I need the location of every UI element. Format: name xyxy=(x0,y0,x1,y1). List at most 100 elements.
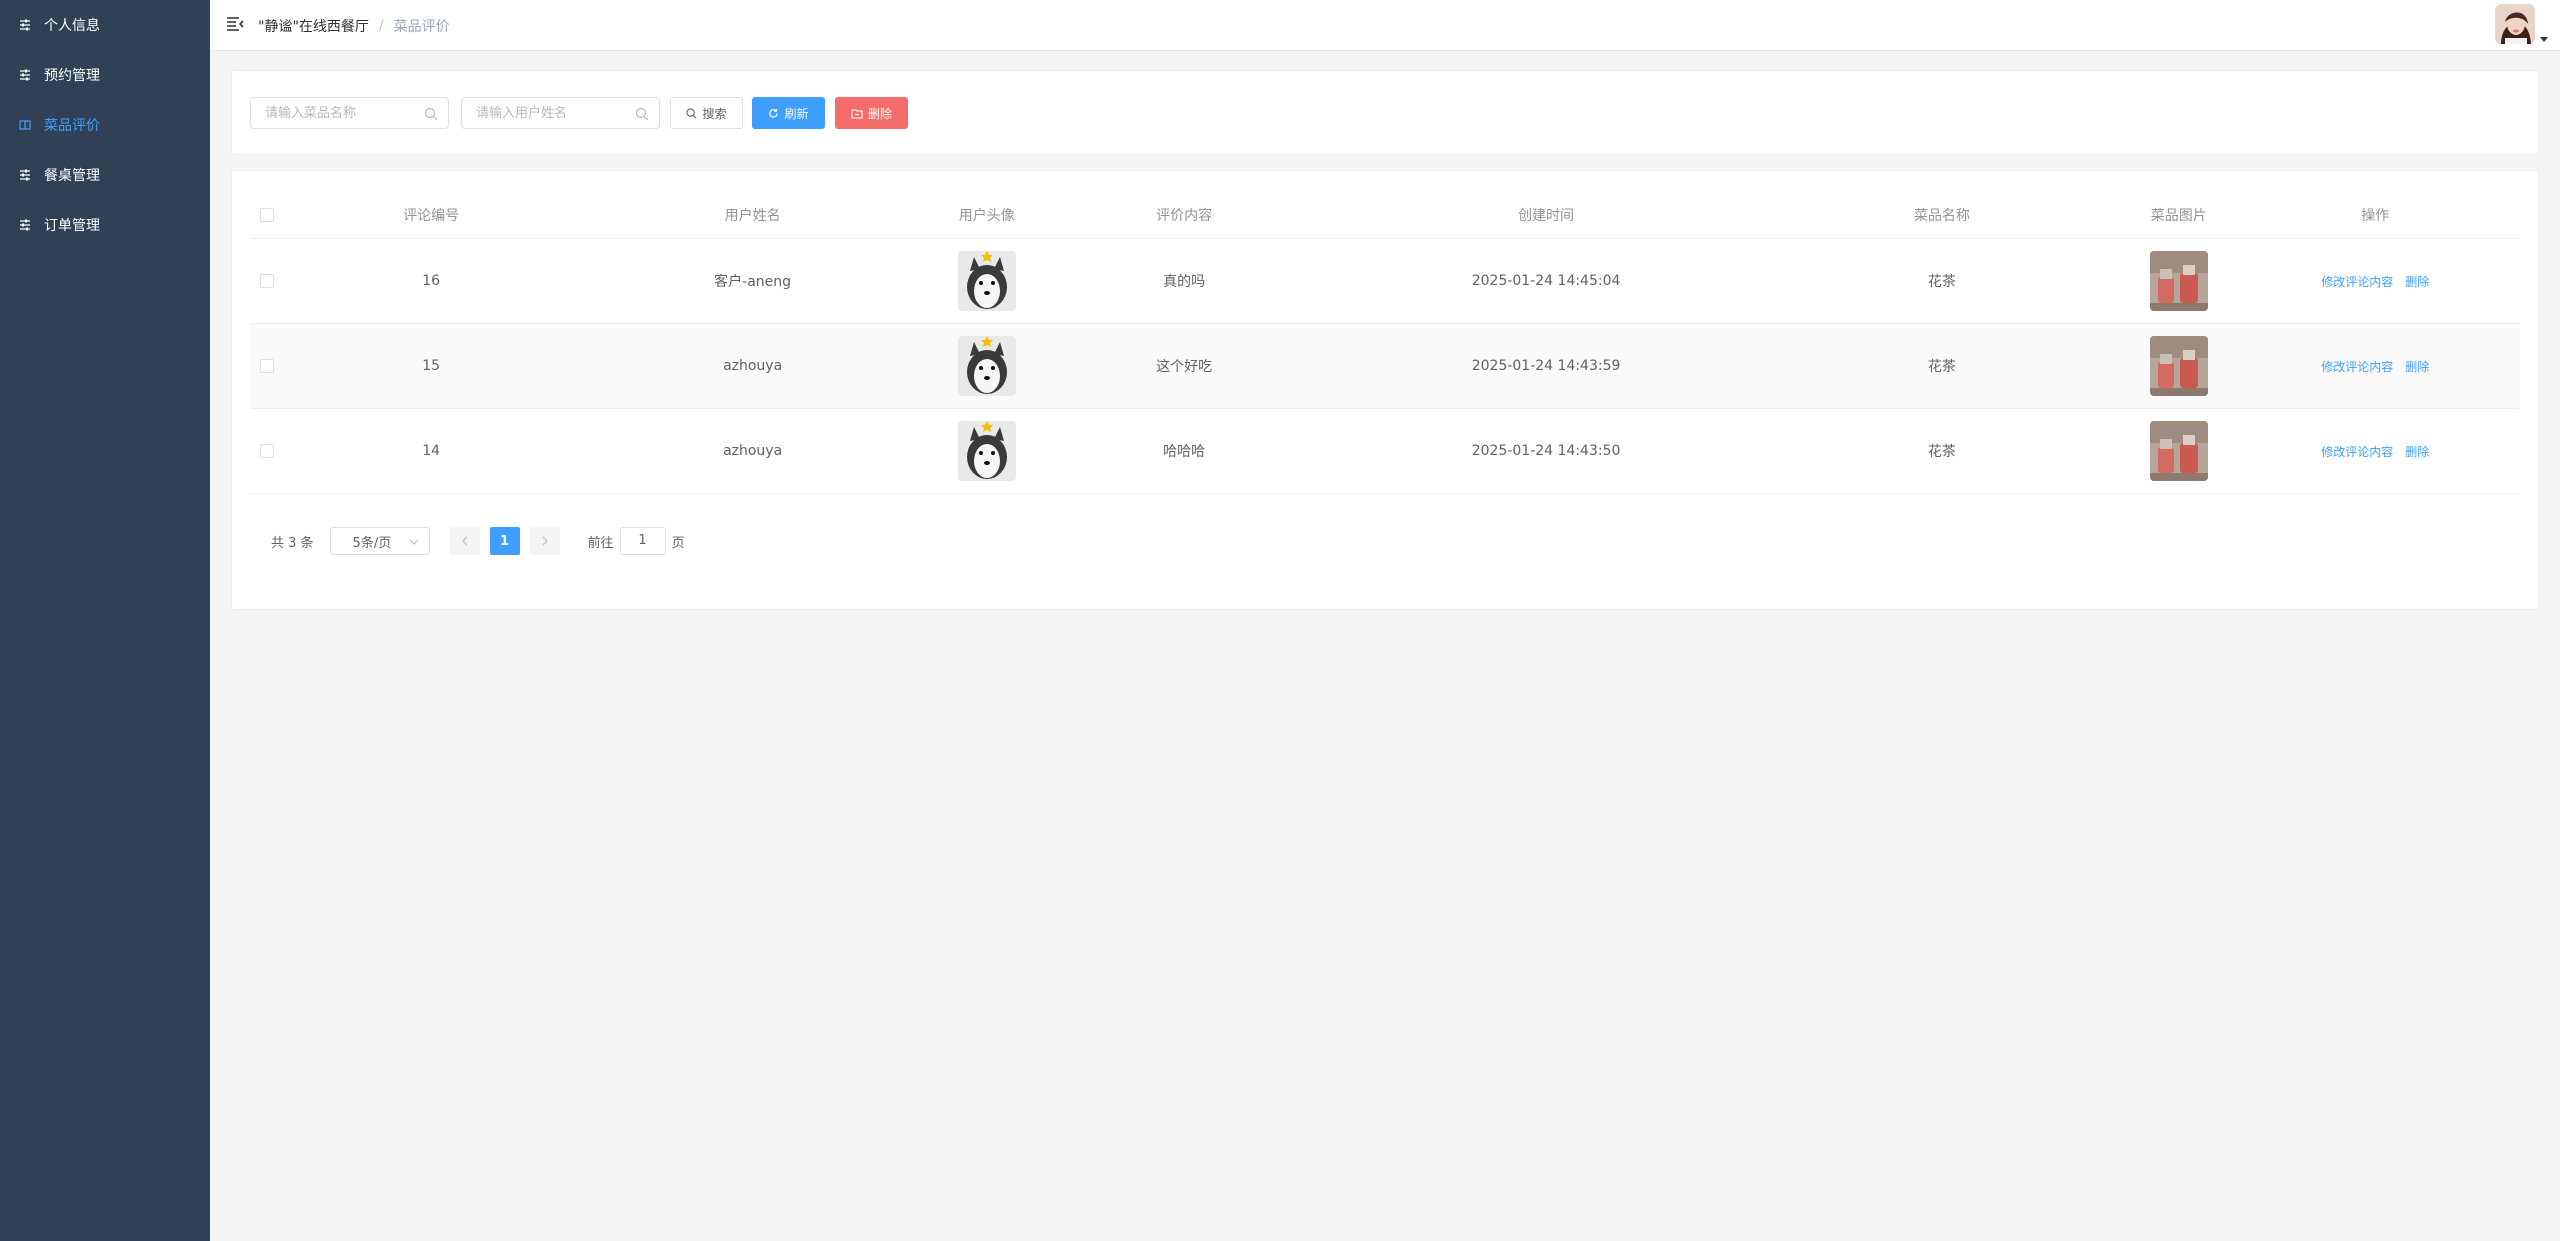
sliders-icon xyxy=(18,218,32,232)
edit-review-link[interactable]: 修改评论内容 xyxy=(2321,358,2393,375)
user-avatar-image[interactable] xyxy=(957,251,1016,311)
sidebar-item-dish-reviews[interactable]: 菜品评价 xyxy=(0,100,210,150)
sidebar-item-label: 预约管理 xyxy=(44,68,100,84)
operations-cell: 修改评论内容 删除 xyxy=(2230,239,2520,323)
created-time-cell: 2025-01-24 14:45:04 xyxy=(1471,273,1621,289)
select-all-checkbox[interactable] xyxy=(260,208,274,222)
sidebar: 个人信息 预约管理 菜品评价 餐桌管理 订单管理 xyxy=(0,0,210,1241)
sidebar-item-personal-info[interactable]: 个人信息 xyxy=(0,0,210,50)
column-header: 用户姓名 xyxy=(724,208,781,224)
page-jumper: 前往 1 页 xyxy=(588,527,685,555)
dish-image[interactable] xyxy=(2149,336,2208,396)
caret-down-icon xyxy=(2540,37,2548,42)
dish-image-cell xyxy=(2127,409,2230,493)
row-select-cell xyxy=(250,324,298,408)
row-select-cell xyxy=(250,239,298,323)
sliders-icon xyxy=(18,168,32,182)
table-row: 15 azhouya 这个好吃 2025-01-24 14:43:59 花茶 修改评论内容… xyxy=(250,324,2520,409)
operations-cell: 修改评论内容 删除 xyxy=(2230,324,2520,408)
search-icon xyxy=(424,107,438,121)
user-name-cell: azhouya xyxy=(723,358,783,374)
breadcrumb-home[interactable]: "静谧"在线西餐厅 xyxy=(258,16,369,36)
sidebar-item-reservations[interactable]: 预约管理 xyxy=(0,50,210,100)
delete-review-link[interactable]: 删除 xyxy=(2405,443,2429,460)
sliders-icon xyxy=(18,18,32,32)
book-icon xyxy=(18,118,32,132)
edit-review-link[interactable]: 修改评论内容 xyxy=(2321,273,2393,290)
sidebar-item-label: 个人信息 xyxy=(44,18,100,34)
select-all-cell xyxy=(250,192,298,238)
search-button[interactable]: 搜索 xyxy=(670,97,743,129)
delete-review-link[interactable]: 删除 xyxy=(2405,273,2429,290)
pagination: 共 3 条 5条/页 1 前往 1 页 xyxy=(271,527,685,555)
chevron-right-icon xyxy=(542,536,548,546)
refresh-icon xyxy=(768,108,779,119)
next-page-button[interactable] xyxy=(529,527,560,555)
breadcrumb-separator: / xyxy=(378,18,384,34)
dish-name-search-field[interactable] xyxy=(250,97,449,129)
dish-image-cell xyxy=(2127,324,2230,408)
row-checkbox[interactable] xyxy=(260,359,274,373)
breadcrumb-current: 菜品评价 xyxy=(393,19,450,35)
prev-page-button[interactable] xyxy=(449,527,480,555)
row-checkbox[interactable] xyxy=(260,274,274,288)
user-name-cell: 客户-aneng xyxy=(714,274,792,290)
page-jumper-input[interactable]: 1 xyxy=(619,527,666,555)
page-size-select[interactable]: 5条/页 xyxy=(329,527,430,555)
dish-image[interactable] xyxy=(2149,251,2208,311)
page-number-current[interactable]: 1 xyxy=(489,527,520,555)
breadcrumb: "静谧"在线西餐厅 / 菜品评价 xyxy=(258,16,450,36)
table-header-row: 评论编号 用户姓名 用户头像 评价内容 创建时间 菜品名称 菜品图片 操作 xyxy=(250,192,2520,239)
row-checkbox[interactable] xyxy=(260,444,274,458)
operations-cell: 修改评论内容 删除 xyxy=(2230,409,2520,493)
dish-image-cell xyxy=(2127,239,2230,323)
user-avatar-image[interactable] xyxy=(957,421,1016,481)
column-header: 操作 xyxy=(2361,208,2390,224)
table-row: 16 客户-aneng 真的吗 2025-01-24 14:45:04 花茶 修改评论内容… xyxy=(250,239,2520,324)
bulk-delete-button[interactable]: 删除 xyxy=(835,97,908,129)
user-avatar-cell xyxy=(941,239,1033,323)
page-jumper-suffix: 页 xyxy=(671,535,685,551)
review-id-cell: 14 xyxy=(422,443,441,459)
dish-name-cell: 花茶 xyxy=(1927,359,1956,375)
dish-name-cell: 花茶 xyxy=(1927,444,1956,460)
search-button-label: 搜索 xyxy=(702,106,727,121)
user-avatar-cell xyxy=(941,409,1033,493)
column-header: 用户头像 xyxy=(958,208,1015,224)
review-content-cell: 真的吗 xyxy=(1163,274,1206,290)
user-avatar-image[interactable] xyxy=(957,336,1016,396)
top-navbar: "静谧"在线西餐厅 / 菜品评价 xyxy=(210,0,2560,51)
page-size-value: 5条/页 xyxy=(352,535,392,551)
pagination-total: 共 3 条 xyxy=(271,535,314,551)
column-header: 创建时间 xyxy=(1518,208,1575,224)
sidebar-item-orders[interactable]: 订单管理 xyxy=(0,200,210,250)
dish-image[interactable] xyxy=(2149,421,2208,481)
review-content-cell: 哈哈哈 xyxy=(1163,444,1206,460)
sidebar-item-label: 菜品评价 xyxy=(44,118,100,134)
sidebar-item-label: 餐桌管理 xyxy=(44,168,100,184)
sliders-icon xyxy=(18,68,32,82)
column-header: 评论编号 xyxy=(403,208,460,224)
edit-review-link[interactable]: 修改评论内容 xyxy=(2321,443,2393,460)
created-time-cell: 2025-01-24 14:43:59 xyxy=(1471,358,1621,374)
refresh-button-label: 刷新 xyxy=(784,106,809,121)
refresh-button[interactable]: 刷新 xyxy=(752,97,825,129)
review-id-cell: 15 xyxy=(422,358,441,374)
search-icon xyxy=(635,107,649,121)
delete-review-link[interactable]: 删除 xyxy=(2405,358,2429,375)
user-name-search-field[interactable] xyxy=(461,97,660,129)
sidebar-item-label: 订单管理 xyxy=(44,218,100,234)
row-select-cell xyxy=(250,409,298,493)
user-avatar-dropdown[interactable] xyxy=(2495,4,2548,44)
folder-delete-icon xyxy=(851,108,863,119)
chevron-left-icon xyxy=(461,536,468,546)
hamburger-icon[interactable] xyxy=(226,15,244,33)
avatar[interactable] xyxy=(2495,4,2535,44)
search-toolbar: 搜索 刷新 删除 xyxy=(231,70,2539,155)
user-name-input[interactable] xyxy=(462,98,659,128)
sidebar-item-tables[interactable]: 餐桌管理 xyxy=(0,150,210,200)
created-time-cell: 2025-01-24 14:43:50 xyxy=(1471,443,1621,459)
user-avatar-cell xyxy=(941,324,1033,408)
dish-name-input[interactable] xyxy=(251,98,448,128)
page-jumper-prefix: 前往 xyxy=(587,535,614,551)
